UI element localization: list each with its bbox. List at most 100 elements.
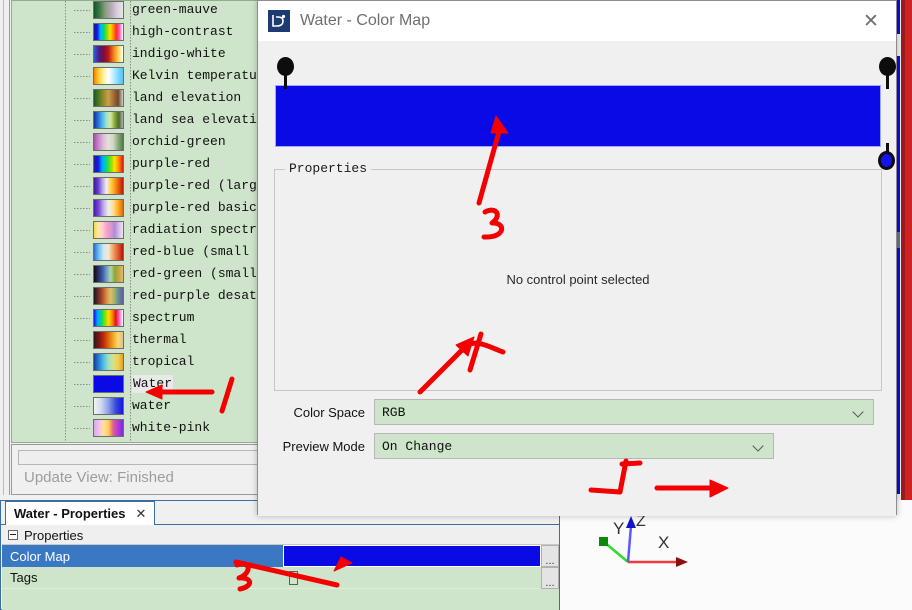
gradient-strip[interactable]	[275, 85, 881, 147]
table-row[interactable]: Tags ...	[2, 567, 559, 589]
colormap-swatch[interactable]	[93, 199, 124, 217]
control-point-right-bottom[interactable]	[878, 151, 895, 170]
preview-mode-row: Preview Mode On Change Preview	[258, 433, 896, 459]
tree-connector-icon	[74, 340, 90, 341]
tree-connector-icon	[74, 230, 90, 231]
tree-connector-icon	[74, 384, 90, 385]
tag-input-box[interactable]	[289, 570, 298, 585]
tree-connector-icon	[74, 186, 90, 187]
collapse-icon[interactable]	[8, 530, 18, 540]
list-item-label: green-mauve	[132, 2, 218, 17]
axis-orientation-widget: X Y Z	[596, 512, 706, 582]
app-logo-icon	[268, 10, 290, 32]
color-space-label: Color Space	[293, 404, 365, 420]
chevron-down-icon	[754, 441, 765, 452]
tree-connector-icon	[74, 252, 90, 253]
color-space-row: Color Space RGB	[258, 399, 896, 425]
colormap-swatch[interactable]	[93, 309, 124, 327]
colormap-swatch[interactable]	[93, 133, 124, 151]
ellipsis-button-tags[interactable]: ...	[541, 567, 559, 589]
colormap-swatch[interactable]	[93, 23, 124, 41]
close-icon[interactable]: ✕	[136, 506, 147, 522]
tree-connector-icon	[74, 32, 90, 33]
property-value-tags[interactable]	[283, 567, 541, 589]
colormap-swatch[interactable]	[93, 89, 124, 107]
list-item-label: radiation spectrum	[132, 222, 273, 237]
tree-connector-icon	[74, 362, 90, 363]
list-item-label: high-contrast	[132, 24, 234, 39]
properties-grid[interactable]: Properties Color Map ... Tags ...	[2, 526, 559, 610]
preview-mode-label: Preview Mode	[282, 438, 365, 454]
colormap-swatch[interactable]	[93, 221, 124, 239]
tree-connector-icon	[74, 318, 90, 319]
list-item-label: land elevation	[132, 90, 242, 105]
properties-groupbox: Properties No control point selected	[274, 161, 882, 391]
list-item-label: Kelvin temperature	[132, 68, 273, 83]
property-name-color-map[interactable]: Color Map	[2, 545, 283, 567]
colormap-swatch[interactable]	[93, 265, 124, 283]
property-value-empty	[283, 589, 559, 610]
property-value-color-map[interactable]	[283, 545, 541, 567]
properties-groupbox-label: Properties	[285, 161, 372, 176]
tree-connector-icon	[74, 98, 90, 99]
colormap-swatch[interactable]	[93, 155, 124, 173]
tab-title: Water - Properties	[14, 506, 126, 521]
color-space-value: RGB	[382, 404, 406, 420]
colormap-swatch[interactable]	[93, 375, 124, 393]
tab-water-properties[interactable]: Water - Properties ✕	[5, 501, 156, 525]
list-item-label: thermal	[132, 332, 187, 347]
property-name-empty	[2, 589, 283, 610]
tree-connector-icon	[74, 120, 90, 121]
preview-mode-select[interactable]: On Change	[374, 433, 774, 459]
list-item-label: Water	[132, 375, 174, 393]
tree-connector-icon	[74, 296, 90, 297]
colormap-swatch[interactable]	[93, 419, 124, 437]
close-icon[interactable]: ✕	[860, 10, 882, 32]
render-view[interactable]: X Y Z	[560, 500, 912, 610]
control-point-right-top[interactable]	[879, 57, 896, 76]
tree-connector-icon	[74, 164, 90, 165]
list-item-label: purple-red	[132, 156, 211, 171]
colormap-swatch[interactable]	[93, 111, 124, 129]
dialog-body: Properties No control point selected Col…	[258, 41, 896, 516]
tree-connector-icon	[74, 208, 90, 209]
dialog-title: Water - Color Map	[300, 12, 431, 29]
colormap-swatch[interactable]	[93, 45, 124, 63]
colormap-swatch[interactable]	[93, 331, 124, 349]
colormap-swatch[interactable]	[93, 287, 124, 305]
properties-dock: Water - Properties ✕ Properties Color Ma…	[0, 500, 560, 610]
table-row[interactable]: Color Map ...	[2, 545, 559, 567]
colormap-swatch[interactable]	[93, 397, 124, 415]
tree-connector-icon	[74, 406, 90, 407]
svg-text:Y: Y	[613, 519, 624, 538]
svg-text:X: X	[658, 533, 669, 552]
list-item-label: white-pink	[132, 420, 211, 435]
scalar-bar-red-strip-dark	[901, 0, 905, 500]
tree-connector-icon	[74, 54, 90, 55]
colormap-gradient-editor[interactable]	[275, 53, 896, 170]
list-item-label: land sea elevation	[132, 112, 273, 127]
preview-mode-value: On Change	[382, 438, 453, 454]
colormap-swatch[interactable]	[93, 353, 124, 371]
colormap-swatch[interactable]	[93, 67, 124, 85]
ellipsis-button-color-map[interactable]: ...	[541, 545, 559, 567]
window-left-edge	[0, 0, 10, 495]
properties-group-header[interactable]: Properties	[2, 526, 559, 545]
dialog-titlebar[interactable]: Water - Color Map ✕	[258, 1, 896, 41]
colormap-swatch[interactable]	[93, 1, 124, 19]
property-name-tags[interactable]: Tags	[2, 567, 283, 589]
list-item-label: indigo-white	[132, 46, 226, 61]
control-point-left[interactable]	[277, 57, 294, 76]
colormap-swatch[interactable]	[93, 177, 124, 195]
screenshot-root: green-mauve high-contrast indigo-white Kelv…	[0, 0, 912, 610]
colormap-swatch[interactable]	[93, 243, 124, 261]
list-item-label: spectrum	[132, 310, 195, 325]
tree-connector-icon	[74, 274, 90, 275]
tree-connector-icon	[74, 76, 90, 77]
tree-connector-icon	[74, 428, 90, 429]
color-space-select[interactable]: RGB	[374, 399, 874, 425]
chevron-down-icon	[854, 407, 865, 418]
list-item-label: orchid-green	[132, 134, 226, 149]
list-item-label: water	[132, 398, 172, 413]
no-control-point-message: No control point selected	[506, 272, 650, 287]
